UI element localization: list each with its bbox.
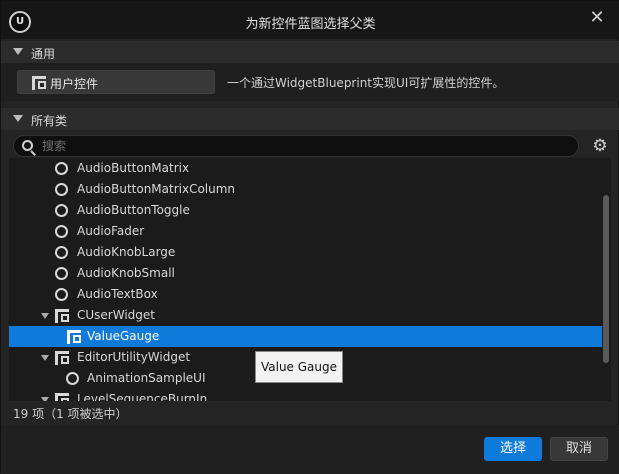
select-button[interactable]: 选择 (484, 437, 542, 461)
circle-class-icon (66, 372, 79, 385)
tree-item-label: AnimationSampleUI (87, 371, 206, 385)
cancel-button[interactable]: 取消 (550, 437, 608, 461)
widget-icon (67, 330, 81, 344)
scrollbar-thumb[interactable] (603, 195, 609, 363)
tree-item-label: CUserWidget (77, 308, 155, 322)
collapse-arrow-icon (13, 115, 23, 122)
widget-icon (55, 309, 69, 323)
user-widget-button-label: 用户控件 (50, 77, 99, 91)
circle-class-icon (55, 162, 68, 175)
circle-class-icon (55, 183, 68, 196)
search-box (13, 135, 579, 157)
tree-item-label: AudioKnobLarge (77, 245, 176, 259)
tree-item[interactable]: CUserWidget (9, 305, 603, 326)
search-input[interactable] (42, 138, 572, 154)
widget-icon (55, 393, 69, 401)
tree-item[interactable]: AudioFader (9, 221, 603, 242)
all-classes-section-label: 所有类 (31, 114, 68, 128)
user-widget-description: 一个通过WidgetBlueprint实现UI可扩展性的控件。 (227, 76, 505, 90)
user-widget-button[interactable]: 用户控件 (17, 70, 215, 94)
tree-item-selected[interactable]: ValueGauge (9, 326, 603, 347)
tree-item[interactable]: AudioButtonToggle (9, 200, 603, 221)
tree-item-label: AudioFader (77, 224, 145, 238)
tree-item[interactable]: AudioTextBox (9, 284, 603, 305)
tree-item-label: AudioTextBox (77, 287, 158, 301)
expand-arrow-icon[interactable] (41, 397, 49, 401)
tree-item[interactable]: AudioKnobLarge (9, 242, 603, 263)
tree-item[interactable]: LevelSequenceBurnIn (9, 389, 603, 401)
tree-item-label: AudioButtonMatrix (77, 161, 190, 175)
collapse-arrow-icon (13, 48, 23, 55)
circle-class-icon (55, 288, 68, 301)
tree-item-label: LevelSequenceBurnIn (77, 392, 208, 401)
choose-parent-class-dialog: U 为新控件蓝图选择父类 ✕ 通用 用户控件 一个通过WidgetBluepri… (0, 0, 619, 474)
widget-icon (55, 351, 69, 365)
close-icon[interactable]: ✕ (586, 7, 608, 29)
tree-item-label: EditorUtilityWidget (77, 350, 191, 364)
dialog-footer: 选择 取消 (1, 425, 619, 474)
common-section-header[interactable]: 通用 (1, 41, 619, 63)
tree-item-label: AudioButtonToggle (77, 203, 190, 217)
common-classes-area: 用户控件 一个通过WidgetBlueprint实现UI可扩展性的控件。 (1, 63, 619, 101)
tree-item[interactable]: AudioButtonMatrixColumn (9, 179, 603, 200)
expand-arrow-icon[interactable] (41, 313, 49, 319)
dialog-title: 为新控件蓝图选择父类 (245, 17, 376, 32)
tooltip: Value Gauge (255, 351, 343, 383)
gear-icon[interactable]: ⚙ (590, 136, 610, 156)
tree-item-label: ValueGauge (87, 329, 160, 343)
selection-status: 19 项（1 项被选中） (13, 407, 128, 421)
tree-item-label: AudioKnobSmall (77, 266, 175, 280)
tree-item[interactable]: AudioButtonMatrix (9, 158, 603, 179)
common-section-label: 通用 (31, 47, 56, 61)
all-classes-section-header[interactable]: 所有类 (1, 108, 619, 130)
circle-class-icon (55, 246, 68, 259)
widget-icon (32, 76, 46, 90)
circle-class-icon (55, 204, 68, 217)
title-bar: U 为新控件蓝图选择父类 ✕ (1, 1, 619, 39)
circle-class-icon (55, 267, 68, 280)
expand-arrow-icon[interactable] (41, 355, 49, 361)
tree-item-label: AudioButtonMatrixColumn (77, 182, 236, 196)
tree-scrollbar[interactable] (602, 158, 611, 401)
tree-item[interactable]: AudioKnobSmall (9, 263, 603, 284)
circle-class-icon (55, 225, 68, 238)
